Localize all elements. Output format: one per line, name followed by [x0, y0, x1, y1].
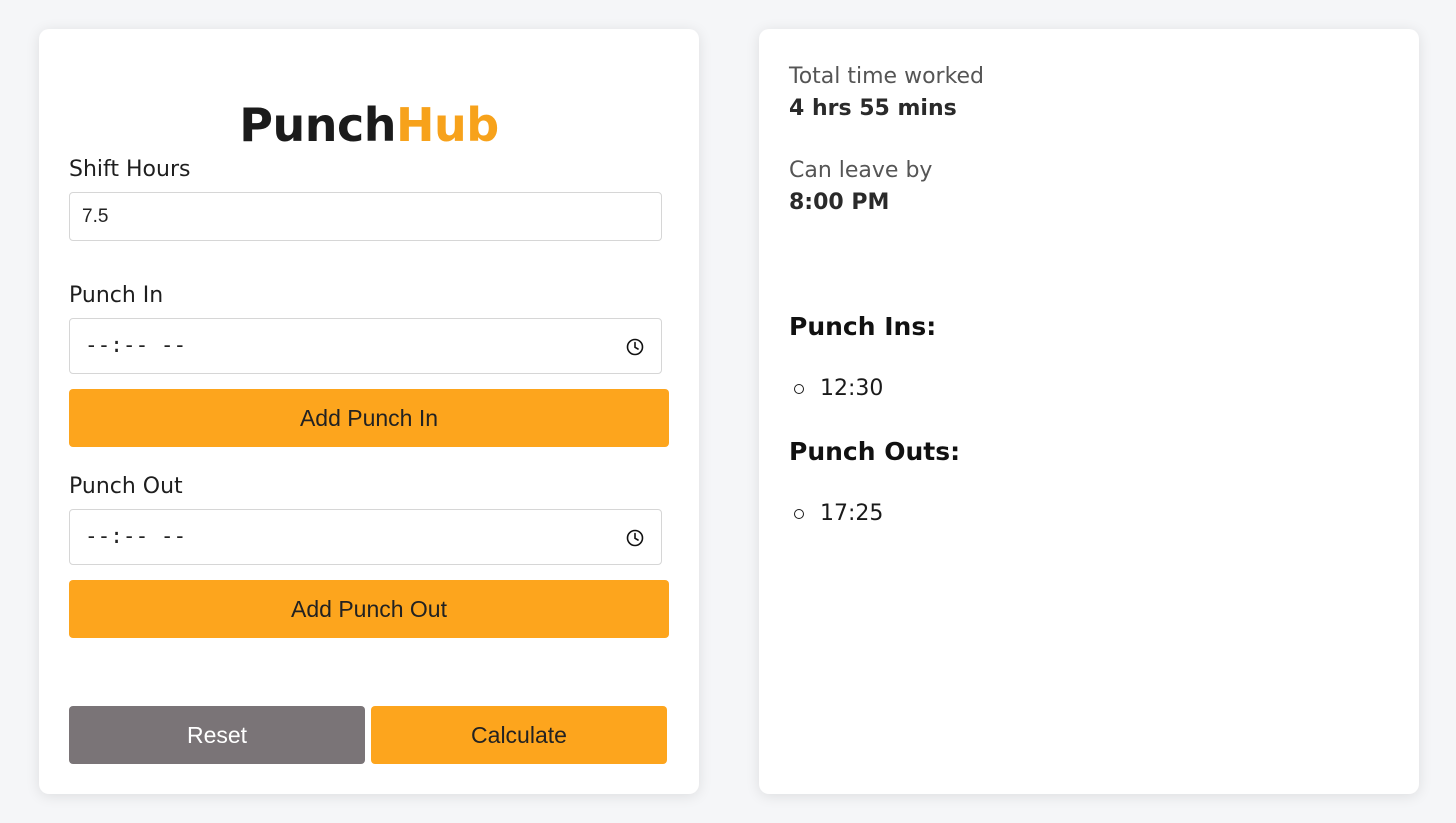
clock-icon[interactable] — [626, 529, 644, 547]
app-logo: PunchHub — [39, 97, 699, 153]
add-punch-out-button[interactable]: Add Punch Out — [69, 580, 669, 638]
list-item: 12:30 — [789, 375, 883, 403]
add-punch-in-button[interactable]: Add Punch In — [69, 389, 669, 447]
punch-out-label: Punch Out — [69, 474, 183, 499]
punch-in-placeholder: --:-- -- — [85, 333, 187, 357]
punch-in-time: 12:30 — [820, 376, 884, 401]
punch-out-time: 17:25 — [820, 501, 884, 526]
bullet-icon — [794, 509, 804, 519]
punch-in-label: Punch In — [69, 283, 164, 308]
punch-out-placeholder: --:-- -- — [85, 524, 187, 548]
logo-text-punch: Punch — [239, 98, 397, 152]
punch-in-time-input[interactable]: --:-- -- — [69, 318, 662, 374]
reset-button[interactable]: Reset — [69, 706, 365, 764]
leave-by-label: Can leave by — [789, 158, 933, 183]
leave-by-value: 8:00 PM — [789, 190, 890, 215]
punch-outs-list: 17:25 — [789, 500, 883, 528]
total-time-value: 4 hrs 55 mins — [789, 96, 957, 121]
punch-form-card: PunchHub Shift Hours 7.5 Punch In --:-- … — [39, 29, 699, 794]
total-time-label: Total time worked — [789, 64, 985, 89]
bullet-icon — [794, 384, 804, 394]
shift-hours-label: Shift Hours — [69, 157, 191, 182]
punch-out-time-input[interactable]: --:-- -- — [69, 509, 662, 565]
list-item: 17:25 — [789, 500, 883, 528]
clock-icon[interactable] — [626, 338, 644, 356]
shift-hours-input[interactable]: 7.5 — [69, 192, 662, 241]
calculate-button[interactable]: Calculate — [371, 706, 667, 764]
results-card: Total time worked 4 hrs 55 mins Can leav… — [759, 29, 1419, 794]
punch-ins-list: 12:30 — [789, 375, 883, 403]
punch-outs-heading: Punch Outs: — [789, 437, 961, 466]
punch-ins-heading: Punch Ins: — [789, 312, 937, 341]
logo-text-hub: Hub — [396, 98, 499, 152]
